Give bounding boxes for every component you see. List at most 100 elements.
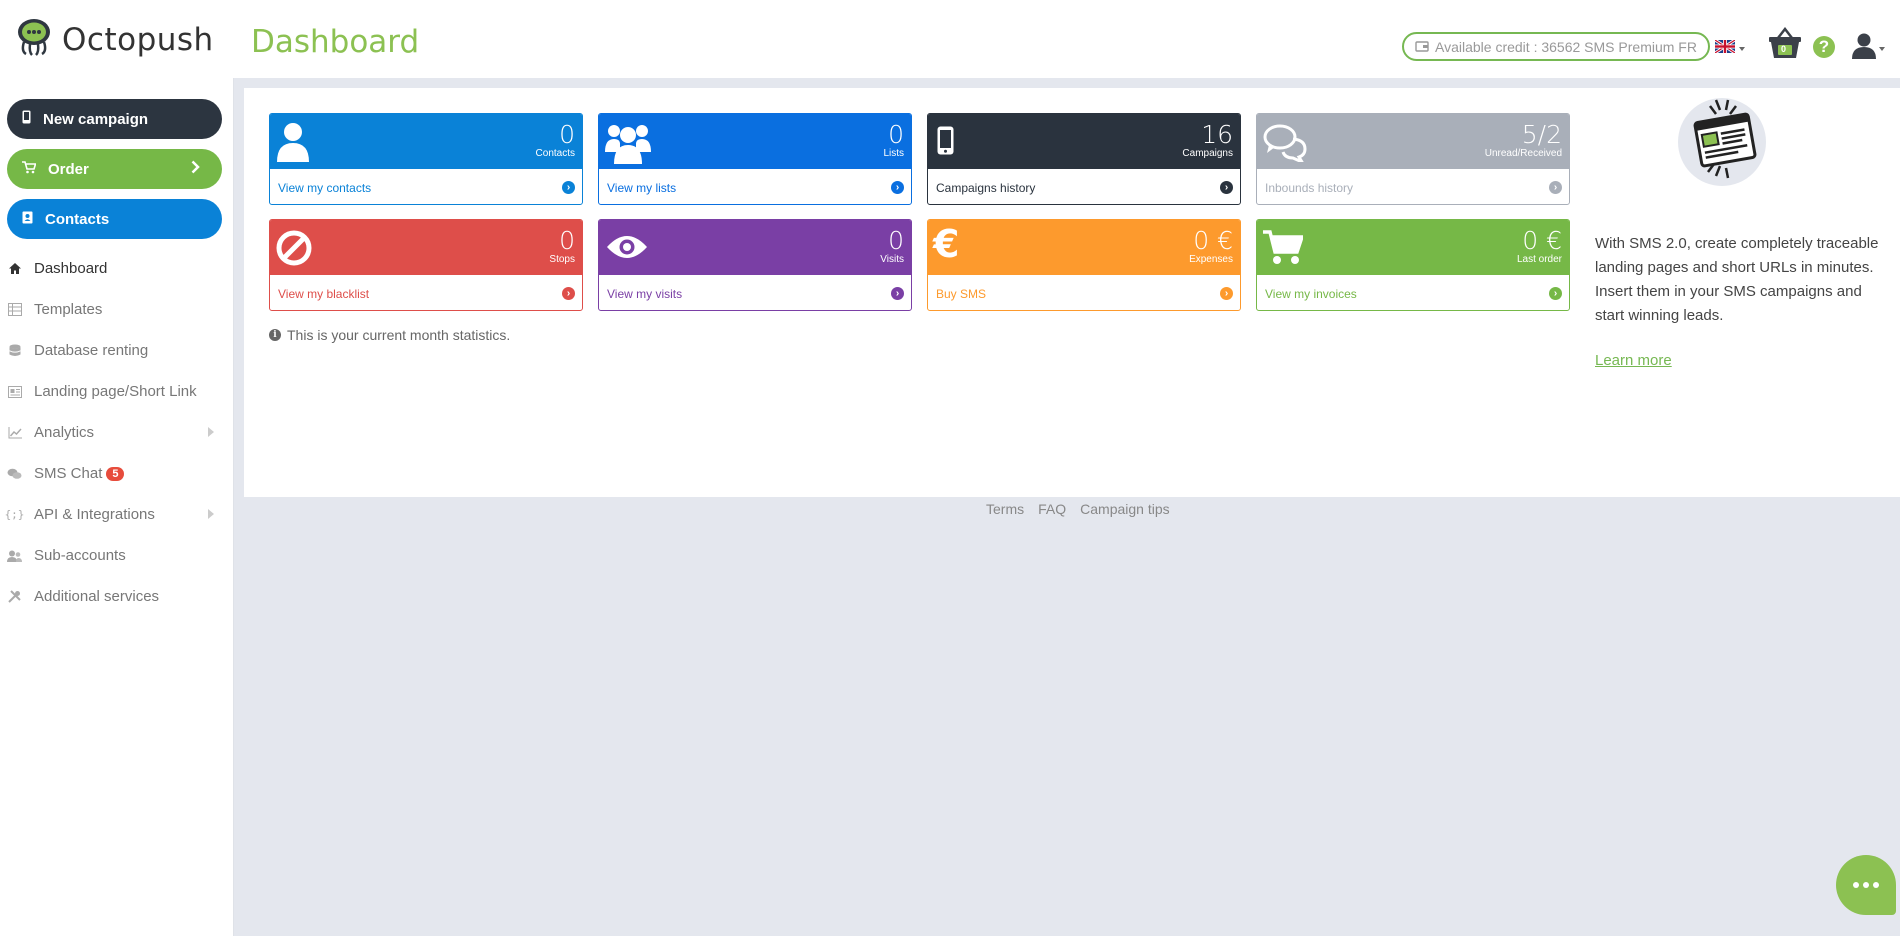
campaign-tips-link[interactable]: Campaign tips (1080, 501, 1170, 517)
card-header: 16 Campaigns (928, 114, 1240, 169)
credit-text: Available credit : 36562 SMS Premium FR (1435, 38, 1697, 55)
sidebar-item-label: Dashboard (34, 260, 108, 277)
sidebar-item-analytics[interactable]: Analytics (0, 412, 234, 453)
footer-links: Terms FAQ Campaign tips (986, 501, 1170, 517)
card-link[interactable]: View my visits › (599, 275, 911, 310)
card-header: 0 Contacts (270, 114, 582, 169)
caret-down-icon (1879, 46, 1885, 51)
card-value: 0 € (1193, 226, 1233, 255)
card-link[interactable]: View my blacklist › (270, 275, 582, 310)
faq-link[interactable]: FAQ (1038, 501, 1066, 517)
sidebar-item-landing-page[interactable]: Landing page/Short Link (0, 371, 234, 412)
sidebar-item-database-renting[interactable]: Database renting (0, 330, 234, 371)
lists-card[interactable]: 0 Lists View my lists › (598, 113, 912, 205)
comments-icon (1263, 122, 1307, 167)
card-header: 0 Stops (270, 220, 582, 275)
sidebar-item-additional-services[interactable]: Additional services (0, 576, 234, 617)
basket-button[interactable]: 0 (1768, 26, 1802, 64)
sidebar-item-label: Sub-accounts (34, 547, 126, 564)
card-label: Lists (883, 148, 904, 159)
ban-icon (276, 230, 312, 271)
card-label: Expenses (1189, 254, 1233, 265)
mobile-icon (937, 126, 954, 160)
euro-icon: € (933, 222, 960, 266)
landing-page-icon (7, 384, 22, 399)
card-value: 0 € (1522, 226, 1562, 255)
card-link[interactable]: Buy SMS › (928, 275, 1240, 310)
card-value: 0 (888, 226, 904, 255)
sidebar-item-dashboard[interactable]: Dashboard (0, 248, 234, 289)
last-order-card[interactable]: 0 € Last order View my invoices › (1256, 219, 1570, 311)
home-icon (7, 261, 22, 276)
wallet-icon (1415, 39, 1429, 55)
user-menu[interactable] (1852, 33, 1885, 64)
card-value: 16 (1201, 120, 1233, 149)
chevron-right-icon (191, 158, 200, 179)
sidebar-item-label: Database renting (34, 342, 149, 359)
credit-badge[interactable]: Available credit : 36562 SMS Premium FR (1402, 32, 1710, 61)
stops-card[interactable]: 0 Stops View my blacklist › (269, 219, 583, 311)
help-button[interactable]: ? (1813, 36, 1835, 58)
expenses-card[interactable]: € 0 € Expenses Buy SMS › (927, 219, 1241, 311)
language-selector[interactable] (1714, 38, 1745, 58)
card-header: 5/2 Unread/Received (1257, 114, 1569, 169)
sidebar-item-api-integrations[interactable]: {;} API & Integrations (0, 494, 234, 535)
inbounds-card[interactable]: 5/2 Unread/Received Inbounds history › (1256, 113, 1570, 205)
arrow-circle-right-icon: › (1220, 181, 1233, 194)
users-group-icon (605, 122, 651, 169)
card-link[interactable]: Inbounds history › (1257, 169, 1569, 204)
users-icon (7, 548, 22, 563)
sidebar-item-templates[interactable]: Templates (0, 289, 234, 330)
order-button[interactable]: Order (7, 149, 222, 189)
sidebar-item-label: API & Integrations (34, 506, 155, 523)
basket-count: 0 (1781, 44, 1787, 54)
sidebar-item-label: Additional services (34, 588, 160, 605)
sidebar: New campaign Order Contacts Dashboard Te… (0, 78, 234, 936)
sidebar-item-sub-accounts[interactable]: Sub-accounts (0, 535, 234, 576)
terms-link[interactable]: Terms (986, 501, 1024, 517)
arrow-circle-right-icon: › (562, 287, 575, 300)
card-link[interactable]: View my lists › (599, 169, 911, 204)
card-link-text: View my blacklist (278, 286, 370, 301)
contacts-label: Contacts (45, 210, 110, 228)
unread-count-badge: 5 (106, 466, 125, 481)
chat-widget-button[interactable] (1836, 855, 1896, 915)
address-book-icon (22, 211, 33, 228)
help-icon: ? (1813, 36, 1835, 58)
sidebar-item-label: Landing page/Short Link (34, 383, 197, 400)
sidebar-item-sms-chat[interactable]: SMS Chat 5 (0, 453, 234, 494)
cart-icon (1263, 230, 1305, 271)
card-header: 0 € Last order (1257, 220, 1569, 275)
caret-down-icon (1739, 47, 1745, 51)
learn-more-link[interactable]: Learn more (1595, 352, 1672, 369)
contacts-button[interactable]: Contacts (7, 199, 222, 239)
stats-note-text: This is your current month statistics. (287, 327, 511, 343)
arrow-circle-right-icon: › (1549, 181, 1562, 194)
card-label: Campaigns (1182, 148, 1233, 159)
card-header: 0 Lists (599, 114, 911, 169)
caret-right-icon (208, 509, 214, 519)
card-link[interactable]: Campaigns history › (928, 169, 1240, 204)
card-link[interactable]: View my contacts › (270, 169, 582, 204)
stats-note: i This is your current month statistics. (269, 327, 510, 343)
order-label: Order (48, 160, 89, 178)
campaigns-card[interactable]: 16 Campaigns Campaigns history › (927, 113, 1241, 205)
card-link-text: View my contacts (278, 180, 372, 195)
caret-right-icon (208, 427, 214, 437)
dot-icon (1863, 882, 1869, 888)
arrow-circle-right-icon: › (891, 181, 904, 194)
card-label: Last order (1516, 254, 1562, 265)
promo-text: With SMS 2.0, create completely traceabl… (1595, 235, 1879, 324)
logo[interactable]: Octopush (16, 18, 214, 61)
page-title: Dashboard (251, 24, 420, 60)
card-value: 5/2 (1521, 120, 1562, 149)
card-link[interactable]: View my invoices › (1257, 275, 1569, 310)
card-label: Stops (549, 254, 575, 265)
logo-text: Octopush (62, 21, 214, 58)
contacts-card[interactable]: 0 Contacts View my contacts › (269, 113, 583, 205)
templates-icon (7, 302, 22, 317)
new-campaign-button[interactable]: New campaign (7, 99, 222, 139)
visits-card[interactable]: 0 Visits View my visits › (598, 219, 912, 311)
user-avatar-icon (1852, 33, 1876, 64)
card-link-text: Campaigns history (936, 180, 1036, 195)
